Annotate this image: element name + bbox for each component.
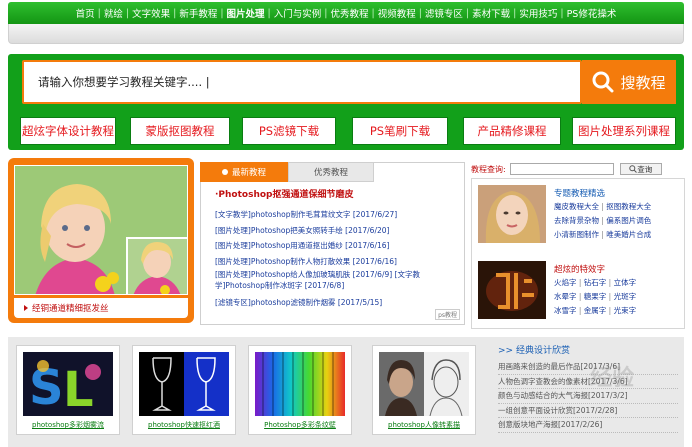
featured-photo-caption-text: 经铜通道精细抠发丝 xyxy=(32,304,109,314)
showcase-image-smoke: S L xyxy=(23,352,113,416)
query-search-icon xyxy=(629,165,638,173)
quick-link-product-retouch[interactable]: 产品精修课程 xyxy=(463,117,561,145)
quick-link-brush-download[interactable]: PS笔刷下载 xyxy=(352,117,448,145)
nav-item[interactable]: 实用技巧 xyxy=(516,6,560,20)
list-item[interactable]: [文字教学]photoshop制作毛茸茸纹文字 [2017/6/27] xyxy=(215,207,459,223)
effect-link[interactable]: 糖果字 xyxy=(584,292,607,301)
effect-link[interactable]: 光束字 xyxy=(614,306,637,315)
effect-link[interactable]: 火焰字 xyxy=(554,278,577,287)
nav-item[interactable]: 首页 xyxy=(73,6,98,20)
query-button-label: 查询 xyxy=(637,164,653,174)
list-item[interactable]: 颜色与动感结合的大气海报[2017/3/2] xyxy=(498,389,678,404)
search-input[interactable]: 请输入你想要学习教程关键字.... | xyxy=(22,60,582,104)
caption-arrow-icon xyxy=(24,305,28,311)
nav-item[interactable]: 优秀教程 xyxy=(327,6,371,20)
showcase-strip: S L photoshop多彩烟雾流 photoshop快速抠红酒 Photos… xyxy=(8,337,684,447)
tab-excellent-label: 优秀教程 xyxy=(313,168,348,178)
list-item[interactable]: [滤镜专区]photoshop滤镜制作烟雾 [2017/5/15] xyxy=(215,295,459,311)
effect-text-thumbnail[interactable] xyxy=(478,261,546,319)
tab-latest-label: 最新教程 xyxy=(231,168,266,178)
list-item[interactable]: 创意版块地产海报[2017/2/26] xyxy=(498,418,678,433)
topic-link[interactable]: 魔皮教程大全 xyxy=(554,202,599,211)
quick-link-image-series[interactable]: 图片处理系列课程 xyxy=(572,117,676,145)
top-navigation: 首页 | 就绘 | 文字效果 | 新手教程 | 图片处理 | 入门与实例 | 优秀教程 | 视频教程 | 滤镜专… xyxy=(8,2,684,24)
showcase-image-stripes xyxy=(255,352,345,416)
showcase-card[interactable]: Photoshop多彩条纹壁 xyxy=(248,345,352,435)
quick-link-mask-cutout[interactable]: 蒙版抠图教程 xyxy=(130,117,230,145)
query-label: 教程查询: xyxy=(471,164,506,174)
featured-photo[interactable] xyxy=(14,165,188,295)
tutorials-list: [文字教学]photoshop制作毛茸茸纹文字 [2017/6/27] [图片处… xyxy=(215,207,459,311)
topic-link[interactable]: 偏系图片调色 xyxy=(606,216,651,225)
topic-link[interactable]: 小清新图制作 xyxy=(554,230,599,239)
list-item[interactable]: [图片处理]Photoshop制作人物打散效果 [2017/6/16] xyxy=(215,254,459,270)
effect-link[interactable]: 立体字 xyxy=(614,278,637,287)
search-button-label: 搜教程 xyxy=(620,73,666,92)
showcase-card[interactable]: photoshop快速抠红酒 xyxy=(132,345,236,435)
tab-latest[interactable]: 最新教程 xyxy=(200,162,288,182)
topic-link[interactable]: 抠图教程大全 xyxy=(606,202,651,211)
watermark: 经验 xyxy=(590,366,635,391)
search-icon xyxy=(592,71,614,93)
effect-link[interactable]: 水晕字 xyxy=(554,292,577,301)
search-panel: 请输入你想要学习教程关键字.... | 搜教程 超炫字体设计教程 蒙版抠图教程 … xyxy=(8,54,684,150)
topic-link[interactable]: 去除背景杂物 xyxy=(554,216,599,225)
search-button[interactable]: 搜教程 xyxy=(582,60,676,104)
query-input[interactable] xyxy=(509,163,614,175)
featured-photo-caption[interactable]: 经铜通道精细抠发丝 xyxy=(14,298,188,318)
nav-item[interactable]: 素材下载 xyxy=(469,6,513,20)
quick-link-filter-download[interactable]: PS滤镜下载 xyxy=(242,117,336,145)
featured-photo-panel: 经铜通道精细抠发丝 xyxy=(8,158,194,323)
showcase-image-sketch xyxy=(379,352,469,416)
tab-excellent[interactable]: 优秀教程 xyxy=(288,162,374,182)
effect-link[interactable]: 金属字 xyxy=(584,306,607,315)
nav-item[interactable]: 滤镜专区 xyxy=(422,6,466,20)
topic-link[interactable]: 唯美婚片合成 xyxy=(606,230,651,239)
showcase-caption: photoshop人像转素描 xyxy=(388,421,460,429)
tutorial-query: 教程查询: 查询 xyxy=(471,162,685,176)
classic-design-list: >> 经典设计欣赏 用画路来创造的最后作品[2017/3/6] 人物色调字查教会… xyxy=(498,343,678,433)
tutorials-tag: ps教程 xyxy=(435,309,460,320)
nav-item[interactable]: 文字效果 xyxy=(129,6,173,20)
showcase-caption: Photoshop多彩条纹壁 xyxy=(264,421,336,429)
list-item[interactable]: [图片处理]Photoshop把美女照转手绘 [2017/6/20] xyxy=(215,223,459,239)
featured-topics-panel: 专题教程精选 魔皮教程大全 | 抠图教程大全 去除背景杂物 | 偏系图片调色 小… xyxy=(471,178,685,329)
nav-item[interactable]: 图片处理 xyxy=(224,6,268,20)
top-subbar xyxy=(8,24,684,44)
tutorials-panel: 最新教程 优秀教程 ·Photoshop抠强通道保细节磨皮 [文字教学]phot… xyxy=(200,162,465,325)
nav-item[interactable]: 视频教程 xyxy=(375,6,419,20)
tab-dot-icon xyxy=(221,169,228,175)
list-item[interactable]: 一组创意平面设计欣赏[2017/2/28] xyxy=(498,404,678,418)
topic-thumbnail-portrait[interactable] xyxy=(478,185,546,243)
list-item[interactable]: 人物色调字查教会的像素材[2017/3/6] xyxy=(498,375,678,389)
list-item[interactable]: 用画路来创造的最后作品[2017/3/6] xyxy=(498,360,678,375)
showcase-caption: photoshop多彩烟雾流 xyxy=(32,421,104,429)
nav-item[interactable]: PS修花操术 xyxy=(564,6,620,20)
showcase-image-wine xyxy=(139,352,229,416)
featured-topics-title[interactable]: 专题教程精选 xyxy=(554,187,605,199)
tutorials-headline[interactable]: ·Photoshop抠强通道保细节磨皮 xyxy=(215,187,353,200)
showcase-caption: photoshop快速抠红酒 xyxy=(148,421,220,429)
list-item[interactable]: [图片处理]Photoshop用通道抠出婚纱 [2017/6/16] xyxy=(215,238,459,254)
query-button[interactable]: 查询 xyxy=(619,163,662,175)
classic-design-heading[interactable]: >> 经典设计欣赏 xyxy=(498,343,678,356)
nav-item[interactable]: 就绘 xyxy=(101,6,126,20)
quick-link-font-design[interactable]: 超炫字体设计教程 xyxy=(20,117,116,145)
effect-link[interactable]: 钻石字 xyxy=(584,278,607,287)
nav-item[interactable]: 新手教程 xyxy=(176,6,220,20)
nav-item[interactable]: 入门与实例 xyxy=(271,6,325,20)
effect-text-links: 火焰字 | 钻石字 | 立体字 水晕字 | 糖果字 | 光斑字 冰雪字 | 金属… xyxy=(554,278,637,315)
effect-link[interactable]: 光斑字 xyxy=(614,292,637,301)
effect-text-title[interactable]: 超炫的特效字 xyxy=(554,263,605,275)
featured-topics-links: 魔皮教程大全 | 抠图教程大全 去除背景杂物 | 偏系图片调色 小清新图制作 |… xyxy=(554,202,652,239)
showcase-card[interactable]: S L photoshop多彩烟雾流 xyxy=(16,345,120,435)
search-input-text: 请输入你想要学习教程关键字.... | xyxy=(38,75,210,89)
effect-link[interactable]: 冰雪字 xyxy=(554,306,577,315)
showcase-card[interactable]: photoshop人像转素描 xyxy=(372,345,476,435)
list-item[interactable]: [图片处理]Photoshop给人像加玻璃肌肤 [2017/6/9] [文字教学… xyxy=(215,269,459,291)
